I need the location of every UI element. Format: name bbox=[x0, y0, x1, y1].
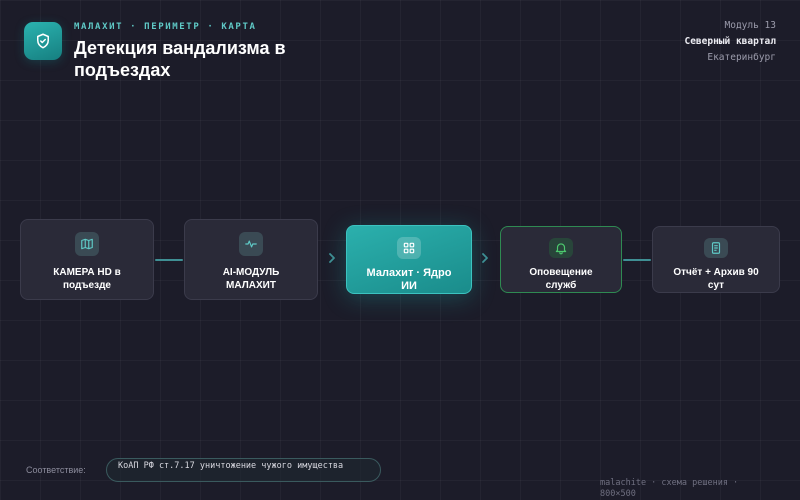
header-kicker: МАЛАХИТ · ПЕРИМЕТР · КАРТА bbox=[74, 22, 257, 32]
chevron-right-icon bbox=[482, 253, 488, 263]
flow-node-ai-module[interactable]: AI-МОДУЛЬ МАЛАХИТ bbox=[184, 219, 318, 300]
pulse-icon bbox=[239, 232, 263, 256]
logo-badge bbox=[24, 22, 62, 60]
chevron-right-icon bbox=[329, 253, 335, 263]
compliance-badge: КоАП РФ ст.7.17 уничтожение чужого имуще… bbox=[106, 458, 381, 482]
flow-node-ai-core[interactable]: Малахит · Ядро ИИ bbox=[346, 225, 472, 294]
node-label: Оповещение служб bbox=[529, 267, 593, 291]
node-label: Малахит · Ядро ИИ bbox=[366, 267, 452, 292]
compliance-label: Соответствие: bbox=[26, 465, 86, 475]
flow-node-report[interactable]: Отчёт + Архив 90 сут bbox=[652, 226, 780, 293]
flow-node-alert[interactable]: Оповещение служб bbox=[500, 226, 622, 293]
grid-icon bbox=[397, 237, 421, 259]
module-number: Модуль 13 bbox=[724, 20, 776, 31]
connector-line-1 bbox=[155, 259, 183, 261]
city-name: Екатеринбург bbox=[707, 52, 776, 63]
shield-check-icon bbox=[37, 33, 49, 49]
district-name: Северный квартал bbox=[684, 36, 776, 47]
connector-line-2 bbox=[623, 259, 651, 261]
node-label: КАМЕРА HD в подъезде bbox=[53, 267, 121, 291]
bell-icon bbox=[549, 238, 573, 258]
map-icon bbox=[75, 232, 99, 256]
flow-node-camera[interactable]: КАМЕРА HD в подъезде bbox=[20, 219, 154, 300]
page-title: Детекция вандализма в подъездах bbox=[74, 38, 286, 80]
footer-caption: malachite · схема решения · 800×500 bbox=[600, 478, 739, 499]
node-label: Отчёт + Архив 90 сут bbox=[673, 267, 759, 291]
node-label: AI-МОДУЛЬ МАЛАХИТ bbox=[222, 267, 280, 291]
module-meta: Модуль 13 Северный квартал Екатеринбург bbox=[636, 18, 776, 66]
document-icon bbox=[704, 238, 728, 258]
